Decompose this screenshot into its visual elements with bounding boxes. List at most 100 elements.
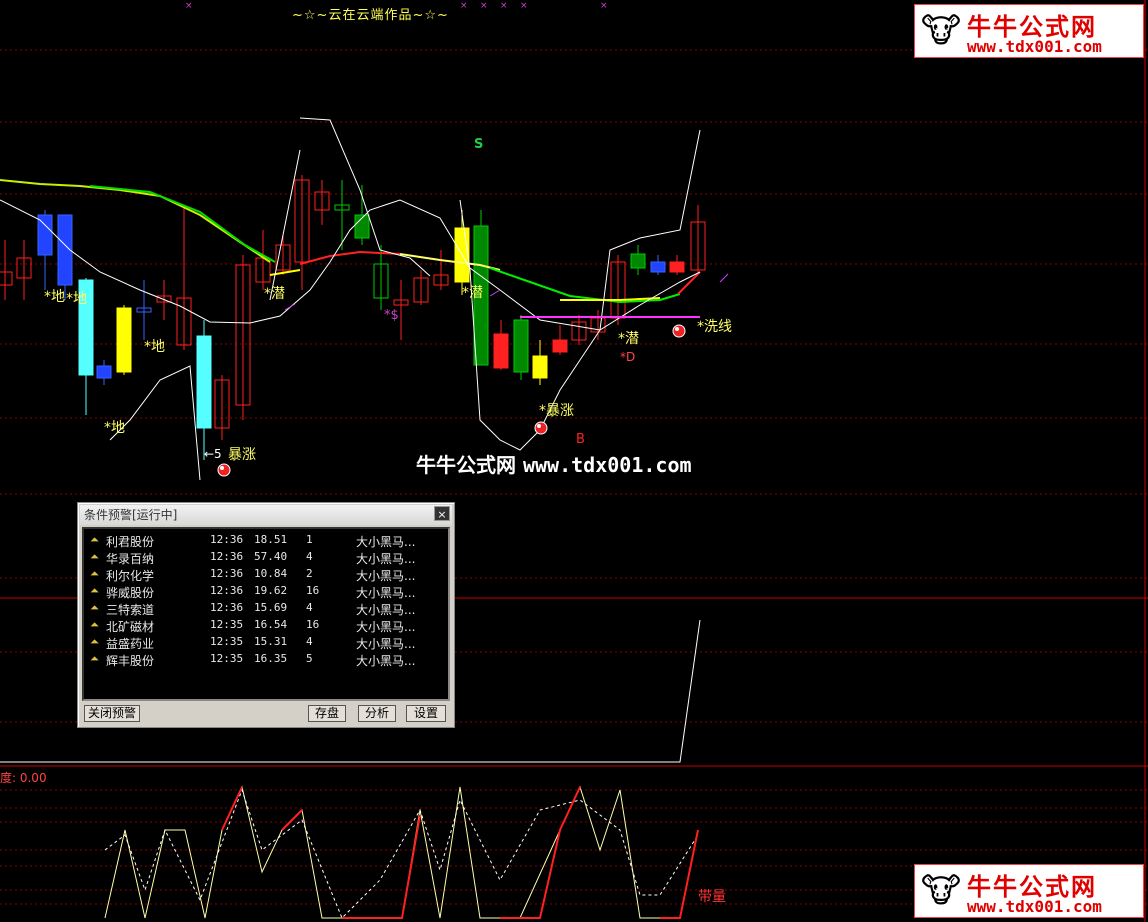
analyze-button[interactable]: 分析: [358, 705, 396, 722]
alert-time: 12:36: [210, 533, 244, 546]
di-label: *地: [104, 420, 125, 436]
alert-list[interactable]: ⏶ 利君股份 12:36 18.51 1 大小黑马... ⏶ 华录百纳 12:36 57.40 4 大…: [82, 527, 450, 701]
alert-time: 12:35: [210, 635, 244, 648]
alert-price: 16.54: [254, 618, 288, 631]
arrow-mark: [489, 289, 501, 297]
up-arrow-icon: ⏶: [90, 567, 99, 580]
candle-body: [37, 214, 53, 256]
alert-window[interactable]: 条件预警[运行中] × ⏶ 利君股份 12:36 18.51 1 大小黑马... ⏶ 华录百纳…: [77, 502, 455, 728]
stock-name: 北矿磁材: [106, 620, 155, 634]
qian-label: *潜: [618, 331, 639, 347]
signal-ball-highlight: [220, 466, 224, 470]
top-marker: ×: [600, 1, 608, 11]
stock-name: 益盛药业: [106, 637, 155, 651]
dollar-label: *$: [384, 308, 399, 323]
baozhang-label: *暴涨: [539, 403, 574, 419]
baozhang-label: 暴涨: [228, 447, 256, 463]
logo-url: www.tdx001.com: [967, 37, 1102, 56]
stock-name: 三特索道: [106, 603, 155, 617]
oscillator-highlight: [281, 809, 303, 831]
alert-count: 16: [306, 584, 320, 597]
up-arrow-icon: ⏶: [90, 652, 99, 665]
arrow-mark: [284, 303, 296, 311]
signal-b-label: B: [576, 432, 585, 447]
cow-icon: 🐮: [920, 871, 962, 911]
volume-label: 带量: [698, 889, 726, 905]
site-logo-top: 🐮 牛牛公式网 www.tdx001.com: [914, 4, 1144, 58]
ma-line-red: [677, 271, 701, 295]
stock-name: 华录百纳: [106, 552, 155, 566]
d-label: *D: [620, 350, 636, 364]
signal-ball-highlight: [537, 424, 541, 428]
alert-time: 12:35: [210, 652, 244, 665]
envelope-line: [459, 129, 701, 451]
candle-body: [532, 355, 548, 379]
stock-name: 骅威股份: [106, 586, 155, 600]
envelope-line: [0, 199, 701, 331]
settings-button[interactable]: 设置: [406, 705, 446, 722]
ma-line-yellow: [269, 269, 301, 276]
candle-body: [493, 333, 509, 369]
alert-count: 4: [306, 550, 313, 563]
oscillator-signal-line: [104, 788, 699, 919]
signal-ball-icon: [534, 421, 548, 435]
alert-price: 57.40: [254, 550, 288, 563]
alert-condition: 大小黑马...: [356, 586, 416, 600]
stock-name: 辉丰股份: [106, 654, 155, 668]
top-marker: ×: [480, 1, 488, 11]
candle-body: [96, 365, 112, 379]
alert-time: 12:36: [210, 601, 244, 614]
candle-body: [630, 253, 646, 269]
oscillator-highlight: [500, 786, 581, 919]
candle-body: [196, 335, 212, 429]
alert-condition: 大小黑马...: [356, 620, 416, 634]
oscillator-line: [104, 785, 699, 919]
watermark: 牛牛公式网 www.tdx001.com: [416, 453, 692, 477]
cow-icon: 🐮: [920, 11, 962, 51]
alert-condition: 大小黑马...: [356, 535, 416, 549]
alert-condition: 大小黑马...: [356, 552, 416, 566]
signal-ball-highlight: [675, 327, 679, 331]
alert-count: 4: [306, 601, 313, 614]
alert-price: 19.62: [254, 584, 288, 597]
alert-price: 18.51: [254, 533, 288, 546]
alert-count: 5: [306, 652, 313, 665]
candle-body: [0, 271, 13, 286]
alert-count: 1: [306, 533, 313, 546]
alert-time: 12:36: [210, 550, 244, 563]
top-marker: ×: [185, 1, 193, 11]
ma-line-red: [299, 250, 401, 265]
signal-s-label: S: [474, 137, 484, 152]
alert-condition: 大小黑马...: [356, 569, 416, 583]
candle-body: [513, 319, 529, 373]
candle-body: [116, 307, 132, 373]
alert-time: 12:35: [210, 618, 244, 631]
close-alert-button[interactable]: 关闭预警: [84, 705, 140, 722]
up-arrow-icon: ⏶: [90, 601, 99, 614]
ma-line-green: [89, 185, 276, 263]
alert-condition: 大小黑马...: [356, 603, 416, 617]
alert-condition: 大小黑马...: [356, 654, 416, 668]
arrow-mark: [719, 273, 729, 283]
close-icon[interactable]: ×: [434, 506, 450, 521]
save-button[interactable]: 存盘: [308, 705, 346, 722]
top-marker: ×: [500, 1, 508, 11]
xixian-label: *洗线: [697, 319, 732, 335]
alert-time: 12:36: [210, 584, 244, 597]
alert-count: 2: [306, 567, 313, 580]
candle-body: [650, 261, 666, 273]
alert-price: 16.35: [254, 652, 288, 665]
alert-count: 4: [306, 635, 313, 648]
up-arrow-icon: ⏶: [90, 533, 99, 546]
qian-label: *潜: [264, 286, 285, 302]
di-label: *地: [66, 291, 87, 307]
ma-line-green: [489, 267, 681, 304]
alert-title[interactable]: 条件预警[运行中]: [80, 505, 452, 525]
alert-price: 15.69: [254, 601, 288, 614]
signal-ball-icon: [217, 463, 231, 477]
alert-price: 10.84: [254, 567, 288, 580]
site-logo-bottom: 🐮 牛牛公式网 www.tdx001.com: [914, 864, 1144, 918]
up-arrow-icon: ⏶: [90, 635, 99, 648]
ma-line-yellow: [560, 297, 661, 301]
qian-label: *潜: [462, 285, 483, 301]
